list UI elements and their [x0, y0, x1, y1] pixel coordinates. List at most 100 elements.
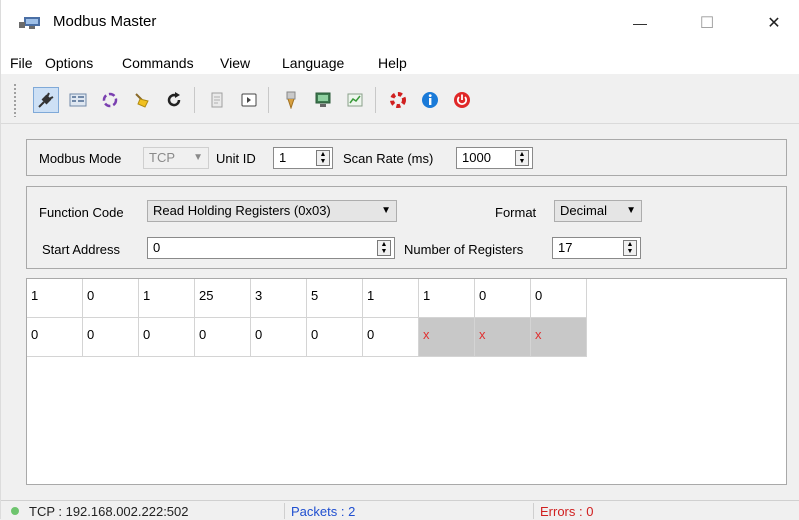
connect-icon	[38, 92, 54, 108]
toolbar-separator	[375, 87, 376, 113]
start-address-field[interactable]: 0	[147, 237, 395, 259]
network-icon	[19, 17, 40, 29]
menu-file[interactable]: File	[10, 55, 33, 71]
unit-id-label: Unit ID	[216, 151, 256, 166]
format-value: Decimal	[560, 203, 607, 218]
probe-button[interactable]	[278, 87, 304, 113]
menu-view[interactable]: View	[220, 55, 250, 71]
number-of-registers-stepper[interactable]: ▲ ▼	[623, 240, 637, 256]
monitor-icon	[315, 92, 331, 107]
number-of-registers-label: Number of Registers	[404, 242, 524, 257]
loop-icon	[102, 92, 118, 108]
connection-panel: Modbus Mode TCP ▼ Unit ID 1 ▲ ▼ Scan Rate…	[26, 139, 787, 176]
errors-count: Errors : 0	[540, 504, 594, 519]
power-icon	[454, 92, 470, 108]
register-cell[interactable]: 1	[27, 279, 83, 318]
function-code-label: Function Code	[39, 205, 124, 220]
console-button[interactable]	[236, 87, 262, 113]
packets-count: Packets : 2	[291, 504, 356, 519]
title-bar[interactable]: Modbus Master — ☐ ✕	[1, 0, 799, 46]
scan-rate-value: 1000	[462, 150, 491, 165]
chart-button[interactable]	[342, 87, 368, 113]
close-button[interactable]: ✕	[751, 8, 797, 38]
chart-icon	[347, 93, 363, 107]
register-cell[interactable]: x	[419, 318, 475, 357]
probe-icon	[286, 91, 296, 109]
scan-rate-label: Scan Rate (ms)	[343, 151, 434, 166]
loop-button[interactable]	[97, 87, 123, 113]
chevron-down-icon: ▼	[381, 205, 391, 216]
register-cell[interactable]: 0	[139, 318, 195, 357]
toolbar	[1, 77, 799, 124]
modbus-master-window: Modbus Master — ☐ ✕ File Options Command…	[0, 0, 799, 520]
number-of-registers-value: 17	[558, 240, 573, 255]
info-icon	[422, 92, 438, 108]
toolbar-separator	[194, 87, 195, 113]
toolbar-grip[interactable]	[13, 83, 17, 117]
register-cell[interactable]: x	[475, 318, 531, 357]
scan-rate-stepper[interactable]: ▲ ▼	[515, 150, 529, 166]
status-separator	[533, 503, 534, 519]
function-code-value: Read Holding Registers (0x03)	[153, 203, 331, 218]
register-cell[interactable]: 0	[475, 279, 531, 318]
menu-help[interactable]: Help	[378, 55, 407, 71]
modbus-mode-select: TCP ▼	[143, 147, 209, 169]
menu-options[interactable]: Options	[45, 55, 93, 71]
register-cell[interactable]: 1	[139, 279, 195, 318]
register-cell[interactable]: 5	[307, 279, 363, 318]
format-select[interactable]: Decimal ▼	[554, 200, 642, 222]
start-address-value: 0	[153, 240, 161, 255]
register-cell[interactable]: 25	[195, 279, 251, 318]
register-cell[interactable]: 1	[419, 279, 475, 318]
help-button[interactable]	[385, 87, 411, 113]
connection-status-icon	[11, 507, 19, 515]
document-button[interactable]	[204, 87, 230, 113]
maximize-button[interactable]: ☐	[684, 8, 730, 38]
register-cell[interactable]: x	[531, 318, 587, 357]
document-icon	[211, 92, 223, 108]
settings-button[interactable]	[65, 87, 91, 113]
monitor-button[interactable]	[310, 87, 336, 113]
power-button[interactable]	[449, 87, 475, 113]
register-cell[interactable]: 0	[251, 318, 307, 357]
status-separator	[284, 503, 285, 519]
connection-status-text: TCP : 192.168.002.222:502	[29, 504, 189, 519]
register-cell[interactable]: 3	[251, 279, 307, 318]
refresh-button[interactable]	[161, 87, 187, 113]
menu-bar: File Options Commands View Language Help	[1, 46, 799, 74]
register-cell[interactable]: 0	[531, 279, 587, 318]
status-bar: TCP : 192.168.002.222:502 Packets : 2 Er…	[1, 500, 799, 520]
register-table: 1 0 1 25 3 5 1 1 0 0 0 0 0 0 0 0 0 x x x	[26, 278, 787, 485]
minimize-icon: —	[633, 15, 647, 31]
register-cell[interactable]: 0	[195, 318, 251, 357]
chevron-down-icon: ▼	[193, 152, 203, 163]
clear-button[interactable]	[129, 87, 155, 113]
help-icon	[390, 92, 406, 108]
settings-icon	[69, 93, 87, 107]
function-panel: Function Code Read Holding Registers (0x…	[26, 186, 787, 269]
chevron-down-icon: ▼	[626, 205, 636, 216]
register-cell[interactable]: 0	[27, 318, 83, 357]
minimize-button[interactable]: —	[617, 8, 663, 38]
function-code-select[interactable]: Read Holding Registers (0x03) ▼	[147, 200, 397, 222]
info-button[interactable]	[417, 87, 443, 113]
menu-language[interactable]: Language	[282, 55, 344, 71]
menu-commands[interactable]: Commands	[122, 55, 194, 71]
unit-id-stepper[interactable]: ▲ ▼	[316, 150, 330, 166]
toolbar-separator	[268, 87, 269, 113]
start-address-stepper[interactable]: ▲ ▼	[377, 240, 391, 256]
register-cell[interactable]: 0	[83, 318, 139, 357]
maximize-icon: ☐	[699, 15, 715, 32]
register-cell[interactable]: 0	[363, 318, 419, 357]
refresh-icon	[167, 92, 181, 107]
register-cell[interactable]: 0	[83, 279, 139, 318]
connect-button[interactable]	[33, 87, 59, 113]
start-address-label: Start Address	[42, 242, 121, 257]
modbus-mode-label: Modbus Mode	[39, 151, 122, 166]
console-icon	[241, 93, 257, 107]
register-cell[interactable]: 0	[307, 318, 363, 357]
window-title: Modbus Master	[53, 13, 157, 30]
register-cell[interactable]: 1	[363, 279, 419, 318]
format-label: Format	[495, 205, 537, 220]
close-icon: ✕	[767, 15, 781, 32]
